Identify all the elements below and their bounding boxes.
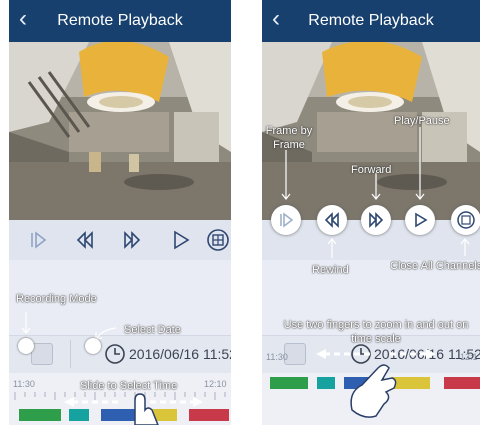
clock-icon[interactable]	[104, 343, 126, 365]
frame-by-frame-button[interactable]	[271, 205, 301, 235]
recording-segment	[19, 409, 61, 421]
playback-controls	[9, 220, 231, 260]
video-frame-image	[9, 42, 231, 220]
play-pause-icon[interactable]	[167, 227, 193, 253]
time-ruler	[14, 392, 226, 400]
frame-by-frame-icon[interactable]	[25, 227, 51, 253]
recording-segment	[101, 409, 139, 421]
annotation-forward: Forward	[351, 164, 392, 176]
clock-icon[interactable]	[350, 343, 372, 365]
app-header: ‹ Remote Playback	[9, 0, 231, 42]
annotation-rewind: Rewind	[312, 264, 349, 276]
recording-segment	[444, 377, 480, 389]
forward-button[interactable]	[361, 205, 391, 235]
annotation-select-date: Select Date	[124, 324, 181, 336]
app-header: ‹ Remote Playback	[262, 0, 480, 42]
close-all-channels-button[interactable]	[451, 205, 480, 235]
tick-label-start: 11:30	[266, 352, 288, 362]
play-pause-button[interactable]	[405, 205, 435, 235]
recording-mode-icon[interactable]	[31, 343, 53, 365]
annotation-close-all-channels: Close All Channels	[390, 260, 480, 272]
annotation-recording-mode: Recording Mode	[16, 293, 97, 305]
recording-segment	[69, 409, 89, 421]
recording-segment	[189, 409, 229, 421]
forward-icon[interactable]	[119, 227, 145, 253]
tick-label-start: 11:30	[13, 379, 35, 389]
recording-mode-marker	[18, 338, 34, 354]
rewind-icon[interactable]	[72, 227, 98, 253]
annotation-slide-to-select-time: Slide to Select Time	[80, 380, 178, 392]
recording-segment	[344, 377, 384, 389]
video-preview[interactable]	[9, 42, 231, 220]
close-all-channels-icon[interactable]	[205, 227, 231, 253]
page-title: Remote Playback	[57, 12, 183, 29]
rewind-button[interactable]	[317, 205, 347, 235]
annotation-zoom-hint: Use two fingers to zoom in and out on ti…	[283, 319, 469, 345]
recording-segment	[270, 377, 308, 389]
recording-segment	[392, 377, 430, 389]
annotation-play-pause: Play/Pause	[394, 115, 450, 127]
recording-segment	[147, 409, 177, 421]
left-screen: ‹ Remote Playback 2016/06/16 11:5 11:30 …	[9, 0, 231, 425]
tick-label-end: 12:1	[460, 352, 478, 362]
annotation-frame-by-frame: Frame by Frame	[265, 125, 313, 151]
tick-label-end: 12:10	[204, 379, 227, 389]
select-date-marker	[85, 338, 101, 354]
divider	[70, 340, 71, 368]
page-title: Remote Playback	[308, 12, 434, 29]
date-time-value[interactable]: 2016/06/16 11:52:00	[129, 346, 231, 362]
recording-segment	[317, 377, 335, 389]
